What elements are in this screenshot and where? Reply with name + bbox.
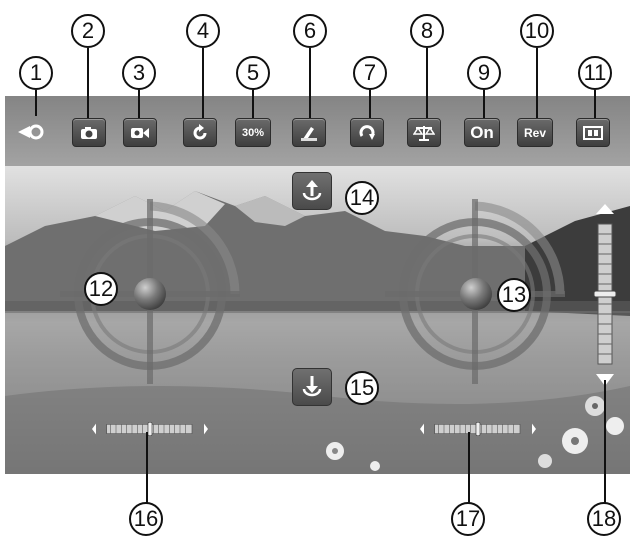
leader-6 (309, 48, 311, 118)
left-trim-slider[interactable] (55, 421, 245, 437)
on-button[interactable]: On (464, 118, 500, 147)
leader-10 (536, 48, 538, 118)
callout-9: 9 (467, 56, 501, 90)
callout-16: 16 (129, 502, 163, 536)
leader-16 (146, 432, 148, 504)
right-trim-slider[interactable] (383, 421, 573, 437)
callout-1: 1 (19, 56, 53, 90)
speed-button[interactable]: 30% (235, 118, 271, 147)
callout-15: 15 (345, 371, 379, 405)
callout-12: 12 (84, 272, 118, 306)
callout-4: 4 (186, 14, 220, 48)
leader-17 (468, 432, 470, 504)
takeoff-button[interactable] (292, 172, 332, 210)
video-button[interactable] (123, 118, 157, 147)
callout-2: 2 (71, 14, 105, 48)
leader-2 (87, 48, 89, 118)
screen-icon (583, 125, 603, 140)
land-icon (302, 376, 322, 397)
leader-3 (138, 90, 140, 118)
leader-8 (426, 48, 428, 118)
callout-14: 14 (345, 181, 379, 215)
callout-10: 10 (520, 14, 554, 48)
calibrate-button[interactable] (292, 118, 326, 147)
balance-icon (413, 125, 435, 141)
callout-18: 18 (587, 502, 621, 536)
balance-button[interactable] (407, 118, 441, 147)
reverse-button[interactable]: Rev (517, 118, 553, 147)
rotate-button[interactable] (183, 118, 217, 147)
leader-1 (35, 90, 37, 116)
takeoff-icon (302, 180, 322, 201)
vertical-trim-slider[interactable] (591, 202, 619, 392)
callout-17: 17 (451, 502, 485, 536)
calibrate-icon (301, 126, 317, 141)
leader-18 (604, 380, 606, 504)
callout-3: 3 (122, 56, 156, 90)
callout-13: 13 (497, 278, 531, 312)
leader-11 (594, 90, 596, 118)
back-arrow-icon (18, 124, 44, 139)
video-icon (131, 127, 149, 138)
callout-6: 6 (293, 14, 327, 48)
leader-5 (252, 90, 254, 118)
rotate-icon (193, 123, 207, 139)
callout-8: 8 (410, 14, 444, 48)
leader-9 (483, 90, 485, 118)
callout-7: 7 (353, 56, 387, 90)
back-button[interactable] (15, 118, 47, 145)
flip-icon (359, 124, 375, 140)
flip-button[interactable] (350, 118, 384, 147)
right-joystick-knob[interactable] (460, 278, 492, 310)
callout-5: 5 (236, 56, 270, 90)
leader-7 (369, 90, 371, 118)
callout-11: 11 (578, 56, 612, 90)
screen-mode-button[interactable] (576, 118, 610, 147)
leader-4 (202, 48, 204, 118)
land-button[interactable] (292, 368, 332, 406)
photo-button[interactable] (72, 118, 106, 147)
left-joystick-knob[interactable] (134, 278, 166, 310)
camera-icon (81, 126, 97, 139)
